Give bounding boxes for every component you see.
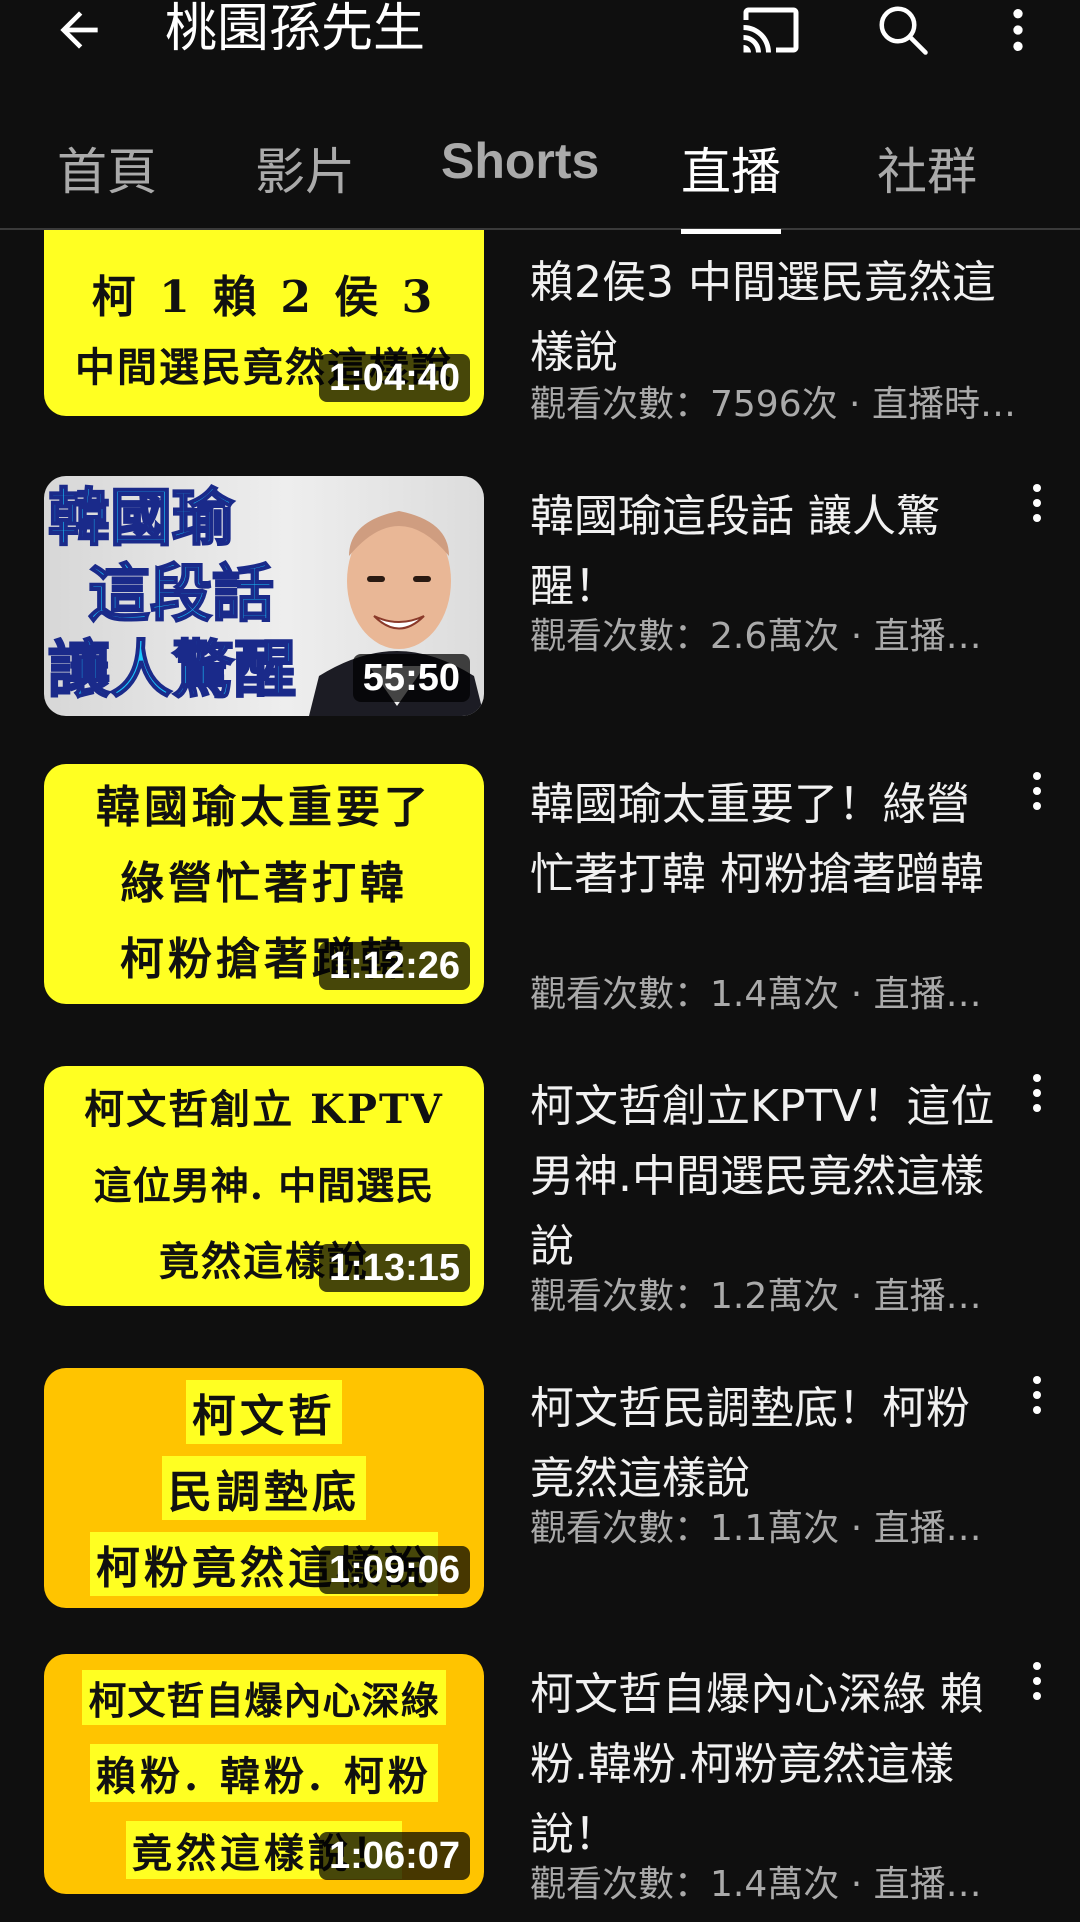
video-duration: 1:13:15 (319, 1244, 470, 1292)
channel-tabs: 首頁 影片 Shorts 直播 社群 (0, 100, 1080, 234)
search-button[interactable] (868, 0, 938, 60)
thumbnail-text-block: 韓國瑜 這段話 讓人驚醒 (47, 480, 348, 708)
cast-icon (743, 7, 799, 53)
thumbnail-text: 綠營忙著打韓 (120, 858, 408, 909)
video-title[interactable]: 柯文哲創立KPTV！這位男神.中間選民竟然這樣說 (530, 1072, 1000, 1282)
more-options-icon[interactable] (1022, 478, 1052, 528)
thumbnail-text: 柯 1 賴 2 侯 3 (91, 272, 437, 323)
video-thumbnail[interactable]: 韓國瑜 這段話 讓人驚醒 55:50 (44, 476, 484, 716)
thumbnail-text: 民調墊底 (162, 1456, 366, 1520)
thumbnail-text: 這段話 (87, 556, 275, 631)
back-button[interactable] (44, 0, 114, 60)
more-button[interactable] (988, 0, 1048, 60)
video-thumbnail[interactable]: 韓國瑜太重要了 綠營忙著打韓 柯粉搶著蹭韓 1:12:26 (44, 764, 484, 1004)
video-title[interactable]: 賴2侯3 中間選民竟然這樣說 (530, 248, 1000, 388)
video-list: 柯 1 賴 2 侯 3 中間選民竟然這樣說 1:04:40 賴2侯3 中間選民竟… (0, 0, 1080, 1922)
video-meta: 觀看次數：1.4萬次 · 直播… (530, 974, 982, 1015)
more-options-icon[interactable] (1022, 1068, 1052, 1118)
tab-videos[interactable]: 影片 (255, 132, 355, 204)
tab-live[interactable]: 直播 (681, 132, 781, 234)
tab-community[interactable]: 社群 (877, 132, 977, 204)
thumbnail-text: 韓國瑜 (47, 480, 235, 555)
thumbnail-text: 韓國瑜太重要了 (96, 782, 432, 833)
video-title[interactable]: 韓國瑜太重要了！綠營忙著打韓 柯粉搶著蹭韓 (530, 770, 1000, 910)
more-options-icon[interactable] (1022, 1656, 1052, 1706)
video-meta: 觀看次數：1.2萬次 · 直播… (530, 1276, 982, 1317)
video-thumbnail[interactable]: 柯文哲自爆內心深綠 賴粉. 韓粉. 柯粉 竟然這樣說！ 1:06:07 (44, 1654, 484, 1894)
video-thumbnail[interactable]: 柯文哲 民調墊底 柯粉竟然這樣說 1:09:06 (44, 1368, 484, 1608)
app-header: 桃園孫先生 (0, 0, 1080, 100)
video-meta: 觀看次數：7596次 · 直播時… (530, 384, 1016, 425)
cast-button[interactable] (736, 0, 806, 60)
more-options-icon[interactable] (1022, 1370, 1052, 1420)
thumbnail-text: 賴粉. 韓粉. 柯粉 (90, 1743, 438, 1802)
video-duration: 1:04:40 (319, 354, 470, 402)
video-duration: 1:09:06 (319, 1546, 470, 1594)
arrow-back-icon (60, 11, 98, 49)
tab-home[interactable]: 首頁 (57, 132, 157, 204)
channel-name: 桃園孫先生 (165, 0, 426, 59)
thumbnail-text: 讓人驚醒 (47, 632, 297, 707)
video-meta: 觀看次數：2.6萬次 · 直播… (530, 616, 982, 657)
thumbnail-text: 這位男神. 中間選民 (93, 1163, 435, 1208)
video-thumbnail[interactable]: 柯文哲創立 KPTV 這位男神. 中間選民 竟然這樣說 1:13:15 (44, 1066, 484, 1306)
more-vert-icon (1013, 9, 1023, 51)
video-title[interactable]: 柯文哲自爆內心深綠 賴粉.韓粉.柯粉竟然這樣說！ (530, 1660, 1000, 1870)
thumbnail-text: 柯文哲自爆內心深綠 (82, 1669, 446, 1725)
thumbnail-text: 柯文哲 (186, 1380, 342, 1444)
video-meta: 觀看次數：1.1萬次 · 直播… (530, 1508, 982, 1549)
video-title[interactable]: 韓國瑜這段話 讓人驚醒！ (530, 482, 1000, 622)
video-meta: 觀看次數：1.4萬次 · 直播… (530, 1864, 982, 1905)
more-options-icon[interactable] (1022, 766, 1052, 816)
video-title[interactable]: 柯文哲民調墊底！柯粉竟然這樣說 (530, 1374, 1000, 1514)
thumbnail-text: 柯文哲創立 KPTV (84, 1086, 444, 1133)
video-duration: 1:06:07 (319, 1832, 470, 1880)
video-duration: 1:12:26 (319, 942, 470, 990)
search-icon (879, 6, 928, 55)
tab-shorts[interactable]: Shorts (441, 132, 599, 190)
video-duration: 55:50 (352, 654, 470, 702)
